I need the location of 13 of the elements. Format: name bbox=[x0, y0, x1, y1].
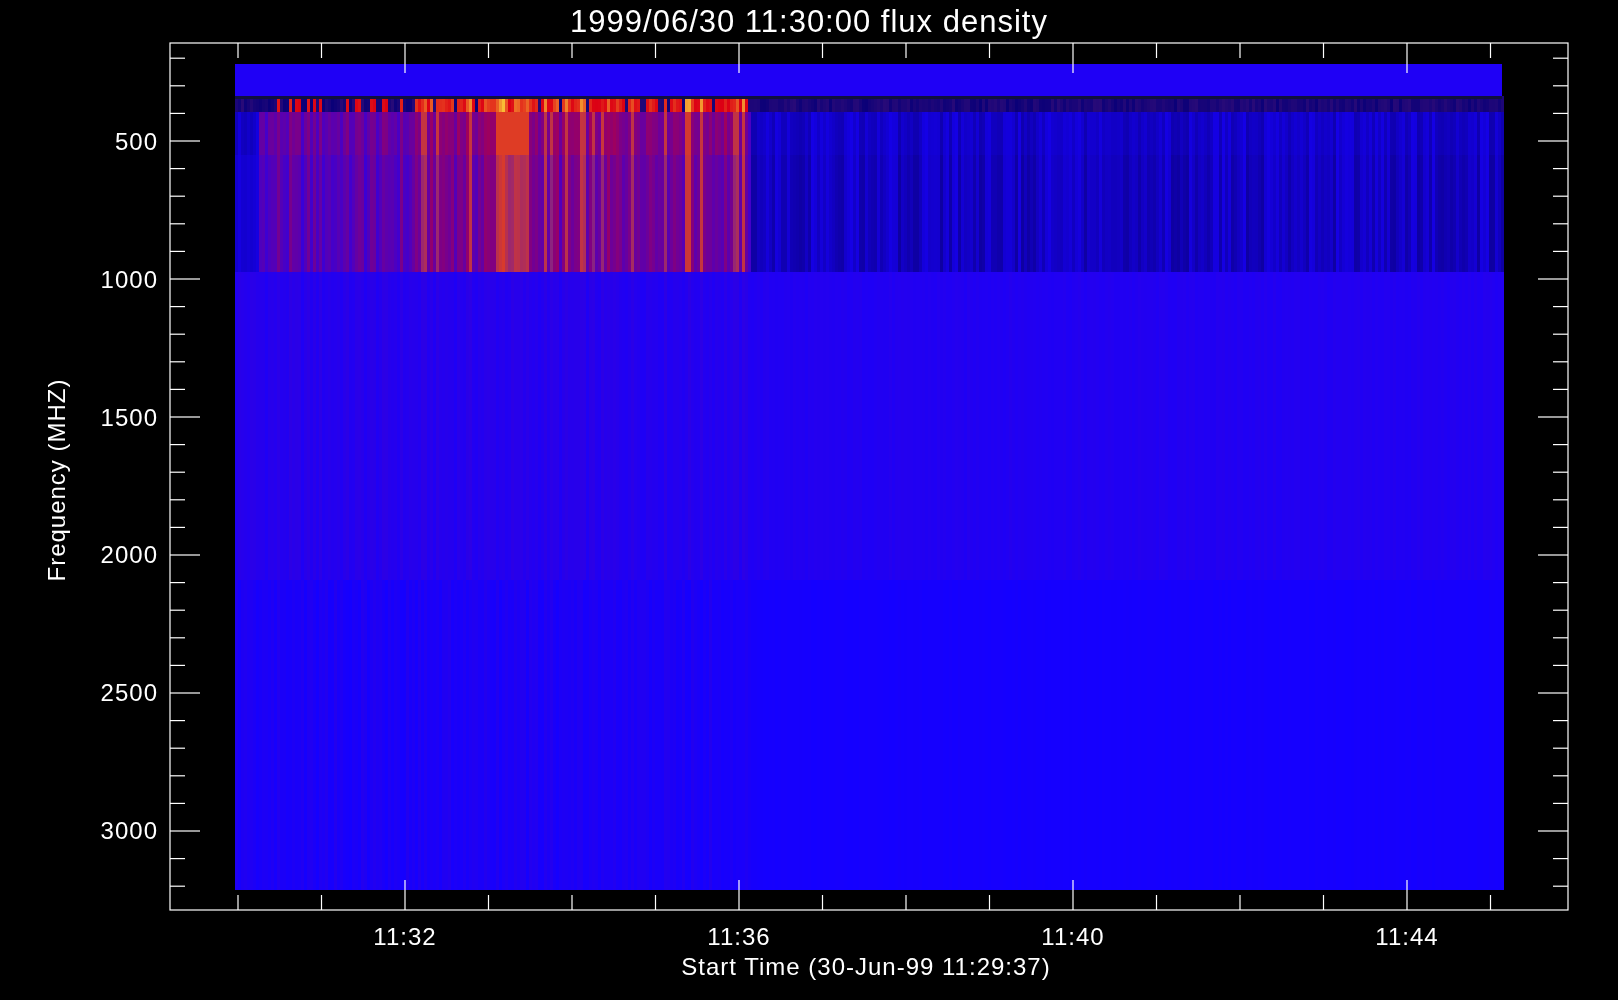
axis-label: Frequency (MHZ) bbox=[43, 378, 70, 582]
tick-label: 11:32 bbox=[373, 923, 437, 950]
tick-label: 11:40 bbox=[1041, 923, 1105, 950]
tick-label: 1000 bbox=[100, 265, 158, 293]
tick-label: 1500 bbox=[100, 403, 158, 431]
tick-label: 2500 bbox=[100, 679, 158, 707]
tick-label: 11:36 bbox=[707, 923, 771, 950]
tick-label: 3000 bbox=[100, 817, 158, 844]
tick-label: 11:44 bbox=[1375, 923, 1439, 950]
axis-label: Start Time (30-Jun-99 11:29:37) bbox=[681, 953, 1051, 980]
tick-label: 500 bbox=[114, 128, 158, 155]
tick-label: 2000 bbox=[100, 541, 158, 569]
chart-title: 1999/06/30 11:30:00 flux density bbox=[570, 4, 1048, 39]
